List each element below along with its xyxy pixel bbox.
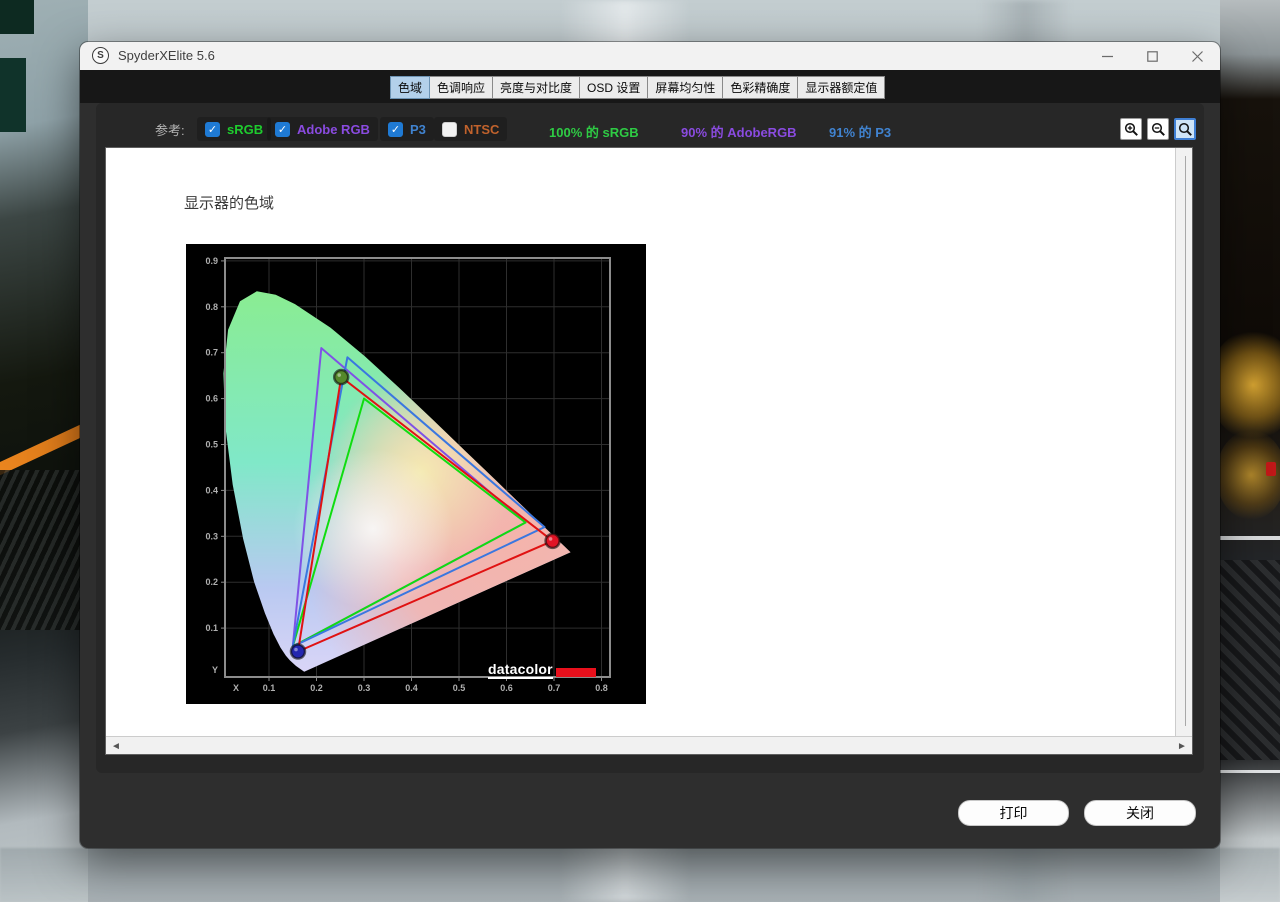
datacolor-logo: datacolor	[488, 662, 596, 679]
svg-text:0.8: 0.8	[205, 302, 218, 312]
wallpaper-motherboard-left	[0, 0, 173, 902]
window-title: SpyderXElite 5.6	[118, 48, 215, 63]
svg-text:0.5: 0.5	[205, 440, 218, 450]
checkbox-unchecked-icon[interactable]	[442, 121, 457, 137]
tab-monitor-rating[interactable]: 显示器额定值	[798, 76, 886, 99]
zoom-out-button[interactable]	[1147, 118, 1169, 140]
vertical-scrollbar[interactable]	[1175, 148, 1192, 737]
tab-osd-settings[interactable]: OSD 设置	[580, 76, 649, 99]
svg-text:0.7: 0.7	[548, 683, 561, 693]
title-bar[interactable]: S SpyderXElite 5.6	[80, 42, 1220, 70]
wallpaper-red-accent	[1266, 462, 1276, 476]
coverage-p3: 91% 的 P3	[829, 125, 892, 140]
svg-text:0.8: 0.8	[595, 683, 608, 693]
zoom-reset-button[interactable]	[1174, 118, 1196, 140]
wallpaper-heatsink-fins	[0, 470, 88, 630]
svg-text:0.2: 0.2	[205, 577, 218, 587]
report-area: 显示器的色域 0.1 0.2 0.3 0.4 0.5 0.6 0.7 0.8 0…	[105, 147, 1193, 755]
svg-text:0.3: 0.3	[358, 683, 371, 693]
tab-strip: 色域 色调响应 亮度与对比度 OSD 设置 屏幕均匀性 色彩精确度 显示器额定值	[80, 70, 1220, 103]
print-button[interactable]: 打印	[958, 800, 1069, 826]
minimize-button[interactable]	[1085, 42, 1130, 70]
svg-text:0.1: 0.1	[263, 683, 276, 693]
scroll-left-arrow-icon[interactable]: ◄	[108, 738, 124, 754]
svg-text:Y: Y	[212, 665, 218, 675]
wallpaper-slat	[1220, 536, 1280, 540]
svg-text:0.9: 0.9	[205, 256, 218, 266]
wallpaper-pcb-patch	[0, 58, 26, 132]
checkbox-adobe-rgb[interactable]: ✓ Adobe RGB	[267, 117, 378, 141]
svg-text:0.4: 0.4	[205, 485, 218, 495]
svg-text:X: X	[233, 683, 239, 693]
checkbox-p3[interactable]: ✓ P3	[380, 117, 434, 141]
checkbox-p3-label: P3	[410, 121, 426, 137]
cie-chromaticity-chart: 0.1 0.2 0.3 0.4 0.5 0.6 0.7 0.8 0.1 0.2 0.3 0.4 0.5 0…	[186, 244, 646, 704]
close-button[interactable]	[1175, 42, 1220, 70]
close-dialog-button[interactable]: 关闭	[1084, 800, 1196, 826]
wallpaper-gpu-fins	[1220, 560, 1280, 760]
horizontal-scrollbar[interactable]: ◄ ►	[106, 736, 1192, 754]
scroll-right-arrow-icon[interactable]: ►	[1174, 738, 1190, 754]
svg-text:0.6: 0.6	[500, 683, 513, 693]
tab-color-accuracy[interactable]: 色彩精确度	[723, 76, 799, 99]
panel-bottom-spacer	[96, 755, 1204, 773]
reference-label: 参考:	[155, 123, 185, 138]
svg-text:0.7: 0.7	[205, 348, 218, 358]
maximize-button[interactable]	[1130, 42, 1175, 70]
checkbox-checked-icon[interactable]: ✓	[388, 121, 403, 137]
zoom-out-icon	[1151, 122, 1165, 136]
checkbox-checked-icon[interactable]: ✓	[205, 121, 220, 137]
spyder-logo-icon: S	[92, 47, 109, 64]
svg-text:0.5: 0.5	[453, 683, 466, 693]
wallpaper-pcb-patch	[0, 0, 34, 34]
tab-tone-response[interactable]: 色调响应	[430, 76, 494, 99]
main-panel: 参考: ✓ sRGB ✓ Adobe RGB ✓ P3 NTSC 100% 的 …	[96, 103, 1204, 773]
svg-text:0.1: 0.1	[205, 623, 218, 633]
checkbox-srgb[interactable]: ✓ sRGB	[197, 117, 272, 141]
reference-toolbar: 参考: ✓ sRGB ✓ Adobe RGB ✓ P3 NTSC 100% 的 …	[96, 115, 1204, 143]
wallpaper-slat	[1220, 770, 1280, 773]
spyderx-window: S SpyderXElite 5.6 色域 色调响应 亮度与对比度 OSD 设置…	[80, 42, 1220, 848]
datacolor-logo-redbar	[555, 668, 596, 677]
zoom-in-icon	[1124, 122, 1138, 136]
report-page: 显示器的色域 0.1 0.2 0.3 0.4 0.5 0.6 0.7 0.8 0…	[106, 148, 1176, 737]
checkbox-checked-icon[interactable]: ✓	[275, 121, 290, 137]
svg-text:0.6: 0.6	[205, 394, 218, 404]
checkbox-ntsc-label: NTSC	[464, 121, 500, 137]
wallpaper-bottom-blur	[0, 848, 1280, 902]
coverage-srgb: 100% 的 sRGB	[549, 125, 639, 140]
checkbox-ntsc[interactable]: NTSC	[434, 117, 508, 141]
tab-gamut[interactable]: 色域	[390, 76, 431, 99]
zoom-reset-icon	[1178, 122, 1192, 136]
checkbox-srgb-label: sRGB	[227, 121, 264, 137]
svg-text:0.4: 0.4	[405, 683, 418, 693]
wallpaper-gpu-right	[1208, 0, 1280, 902]
zoom-in-button[interactable]	[1120, 118, 1142, 140]
report-heading: 显示器的色域	[184, 195, 275, 212]
tab-brightness-contrast[interactable]: 亮度与对比度	[493, 76, 581, 99]
coverage-adobergb: 90% 的 AdobeRGB	[681, 125, 797, 140]
vertical-scrollbar-thumb[interactable]	[1185, 156, 1186, 726]
svg-text:0.2: 0.2	[310, 683, 323, 693]
svg-text:0.3: 0.3	[205, 531, 218, 541]
tab-screen-uniformity[interactable]: 屏幕均匀性	[648, 76, 724, 99]
checkbox-adobe-rgb-label: Adobe RGB	[297, 121, 370, 137]
